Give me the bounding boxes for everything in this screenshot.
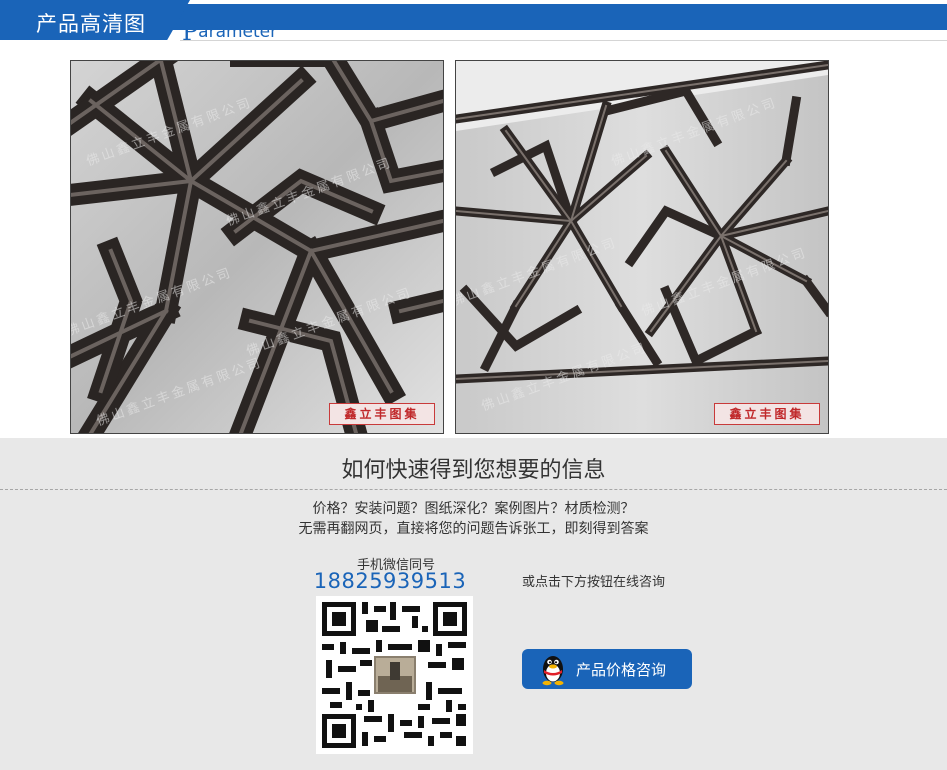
phone-number: 18825939513 [313, 569, 467, 593]
section-title: 产品高清图 [36, 12, 146, 36]
product-photo-panel: 佛山鑫立丰金属有限公司 佛山鑫立丰金属有限公司 佛山鑫立丰金属有限公司 佛山鑫立… [455, 60, 829, 434]
qr-code-icon [316, 596, 473, 754]
lattice-closeup-image [71, 61, 443, 433]
questions-line-1: 价格？安装问题？图纸深化？案例图片？材质检测？ [312, 501, 635, 517]
subtitle-rest: arameter [198, 22, 278, 42]
product-photo-closeup: 佛山鑫立丰金属有限公司 佛山鑫立丰金属有限公司 佛山鑫立丰金属有限公司 佛山鑫立… [70, 60, 444, 434]
qq-penguin-icon [542, 656, 564, 686]
lattice-panel-image [456, 61, 828, 433]
wechat-qr-code [316, 596, 473, 754]
online-consult-hint: 或点击下方按钮在线咨询 [522, 575, 666, 590]
gallery-stamp: 鑫立丰图集 [714, 403, 820, 425]
contact-title: 如何快速得到您想要的信息 [341, 458, 606, 483]
section-header: 产品高清图 Parameter [0, 0, 947, 46]
price-consult-button[interactable]: 产品价格咨询 [522, 649, 692, 689]
header-divider [180, 40, 947, 41]
questions-line-2: 无需再翻网页，直接将您的问题告诉张工，即刻得到答案 [298, 521, 649, 537]
dashed-divider [0, 489, 947, 490]
consult-button-label: 产品价格咨询 [576, 660, 667, 679]
subtitle-initial: P [182, 18, 199, 46]
contact-section: 如何快速得到您想要的信息 价格？安装问题？图纸深化？案例图片？材质检测？ 无需再… [0, 438, 947, 770]
section-subtitle: Parameter [182, 18, 278, 46]
gallery-stamp: 鑫立丰图集 [329, 403, 435, 425]
